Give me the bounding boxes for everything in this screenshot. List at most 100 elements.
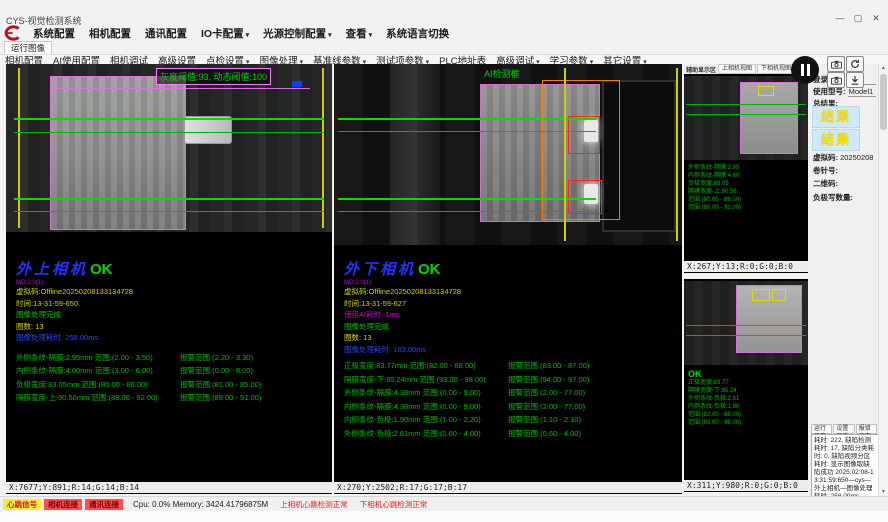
camera-capture-button-2[interactable] <box>827 72 845 88</box>
scroll-up-icon[interactable]: ▲ <box>879 65 888 71</box>
aux-top-text: 外侧条纹-隔膜:2.95 内侧条纹-隔膜:4.60 负极宽度:83.05 隔膜宽… <box>688 164 806 212</box>
scrollbar-thumb[interactable] <box>880 74 887 130</box>
yellow-guide-line <box>676 68 678 241</box>
cursor-coordinate-readout: X:311;Y:980;R:0;G:0;B:0 <box>684 480 808 491</box>
menubar: 系统配置 相机配置 通讯配置 IO卡配置▾ 光源控制配置▾ 查看▾ 系统语言切换 <box>0 26 888 40</box>
log-text-area[interactable]: 耗时: 222, 缺陷检测耗时: 17, 缺陷分类耗时: 0, 缺陷视频分区耗时… <box>811 434 879 498</box>
cpu-memory-readout: Cpu: 0.0% Memory: 3424.41796875M <box>133 500 268 509</box>
measurement-row: 正极宽度:83.77mm 范围:(82.00 - 88.00)报警范围:(83.… <box>344 359 660 373</box>
camera-status: OK <box>90 261 113 278</box>
menu-comm-config[interactable]: 通讯配置 <box>138 26 194 41</box>
electrode-object <box>50 76 186 230</box>
green-measure-line <box>14 132 324 133</box>
camera-icon <box>831 60 842 69</box>
process-done-line: 图像处理完成 <box>16 309 332 321</box>
yellow-guide-line <box>18 68 20 228</box>
time-line: 时间:13-31-59-627 <box>344 298 660 310</box>
lower-camera-image[interactable]: AI检测框 <box>334 64 682 245</box>
green-measure-line <box>338 198 596 200</box>
yellow-guide-line <box>564 68 566 241</box>
sidebar-scrollbar[interactable]: ▲ ▼ <box>878 64 888 496</box>
aux-top-image[interactable] <box>684 76 808 160</box>
upper-camera-result-text: 外上相机OK MG:2.0(1) 虚拟码:Offline202502081331… <box>16 258 332 405</box>
menu-camera-config[interactable]: 相机配置 <box>82 26 138 41</box>
virtual-code-label: 虚拟码: <box>813 153 838 162</box>
menu-items: 系统配置 相机配置 通讯配置 IO卡配置▾ 光源控制配置▾ 查看▾ 系统语言切换 <box>26 26 456 40</box>
model-field[interactable]: Model1 <box>848 87 876 97</box>
yellow-marker-box <box>752 289 770 301</box>
aux-status-ok: OK <box>688 369 806 379</box>
menu-light-config[interactable]: 光源控制配置▾ <box>256 26 339 41</box>
aux-bottom-text: OK 正极宽度:83.77 隔膜宽度-下:95.24 外侧条纹-负极:2.61 … <box>688 369 806 427</box>
chevron-down-icon: ▾ <box>369 32 373 39</box>
upper-camera-panel: 灰度阈值:93, 动态阈值:100 外上相机OK MG:2.0(1) 虚拟码:O… <box>6 64 332 494</box>
green-measure-line <box>686 335 806 336</box>
time-line: 时间:13-31-59-650 <box>16 298 332 310</box>
bottom-margin <box>0 511 888 522</box>
ai-detect-box-label: AI检测框 <box>484 67 520 80</box>
scroll-down-icon[interactable]: ▼ <box>879 489 888 495</box>
highlight-chip <box>292 81 302 87</box>
comm-connection-badge: 通讯连接 <box>85 499 123 510</box>
menu-language-switch[interactable]: 系统语言切换 <box>379 26 456 41</box>
refresh-icon <box>850 59 860 69</box>
virtual-code-line: 虚拟码:Offline20250208133134728 <box>16 286 332 298</box>
loop-count-line: 圈数: 13 <box>344 332 660 344</box>
measurement-row: 隔膜宽度-下:95.24mm 范围:(93.00 - 98.00)报警范围:(9… <box>344 373 660 387</box>
menu-system-config[interactable]: 系统配置 <box>26 26 82 41</box>
loop-count-line: 圈数: 13 <box>16 321 332 333</box>
window-titlebar: CYS-视觉检测系统 — ▢ ✕ <box>0 0 888 26</box>
machine-column <box>390 64 440 245</box>
qrcode-row: 二维码: <box>813 178 838 189</box>
save-image-button[interactable] <box>846 72 864 88</box>
aux-panel-bottom: OK 正极宽度:83.77 隔膜宽度-下:95.24 外侧条纹-负极:2.61 … <box>684 279 808 492</box>
yellow-marker-box <box>772 289 786 301</box>
log-tab-run[interactable]: 运行日志 <box>811 424 832 434</box>
measurement-row: 负极宽度:83.05mm 范围:(80.00 - 86.00)报警范围:(81.… <box>16 378 332 392</box>
log-tab-settings[interactable]: 设置日志 <box>833 424 854 434</box>
green-measure-line <box>338 211 596 212</box>
measurement-rows: 正极宽度:83.77mm 范围:(82.00 - 88.00)报警范围:(83.… <box>344 359 660 440</box>
upper-camera-image[interactable]: 灰度阈值:93, 动态阈值:100 <box>6 64 332 232</box>
download-icon <box>850 75 860 85</box>
winding-pin-label: 卷针号: <box>813 166 838 175</box>
camera-title: 外上相机 <box>16 261 88 278</box>
minimize-button[interactable]: — <box>832 12 848 24</box>
aux-tab-lower-view[interactable]: 下相机视图 <box>757 64 795 74</box>
green-measure-line <box>14 211 324 212</box>
measurement-row: 外侧条纹-隔膜:2.95mm 范围:(2.00 - 3.50)报警范围:(2.2… <box>16 351 332 365</box>
aux-header-label: 辅助显示区 <box>684 65 718 74</box>
lower-camera-heartbeat-note: 下相机心跳检测正常 <box>360 499 428 510</box>
ai-elapsed-line: 使用AI耗时: 1ms <box>344 309 660 321</box>
menu-view[interactable]: 查看▾ <box>339 26 380 41</box>
close-button[interactable]: ✕ <box>868 12 884 24</box>
defect-red-box <box>568 116 600 154</box>
app-window: CYS-视觉检测系统 — ▢ ✕ 系统配置 相机配置 通讯配置 IO卡配置▾ 光… <box>0 0 888 522</box>
menu-io-config[interactable]: IO卡配置▾ <box>194 26 256 41</box>
cursor-coordinate-readout: X:267;Y:13;R:0;G:0;B:0 <box>684 261 808 272</box>
model-label: 使用型号: <box>813 87 846 96</box>
result-badge-lower: 结果 <box>812 129 860 151</box>
lower-camera-result-text: 外下相机OK MG:2.0(1) 虚拟码:Offline202502081331… <box>344 258 660 440</box>
winding-pin-row: 卷针号: <box>813 165 838 176</box>
measurement-row: 内侧条纹-负极:1.90mm 范围:(1.00 - 2.20)报警范围:(1.1… <box>344 413 660 427</box>
log-tab-error[interactable]: 报错日志 <box>856 424 877 434</box>
aux-bottom-image[interactable] <box>684 281 808 365</box>
camera-status: OK <box>418 261 441 278</box>
yellow-marker-box <box>758 86 774 96</box>
green-measure-line <box>14 198 324 200</box>
green-measure-line <box>338 131 596 132</box>
measurement-row: 外侧条纹-负极:2.61mm 范围:(0.60 - 4.00)报警范围:(0.6… <box>344 427 660 441</box>
camera-capture-button-1[interactable] <box>827 56 845 72</box>
yellow-guide-line <box>322 68 324 228</box>
app-logo-icon <box>3 25 21 41</box>
pause-icon <box>807 64 810 76</box>
aux-view-column: 辅助显示区 上相机视图 下相机视图 外侧条纹-隔膜:2.95 内侧条纹-隔膜:4… <box>684 64 808 494</box>
aux-tab-upper-view[interactable]: 上相机视图 <box>718 64 756 74</box>
maximize-button[interactable]: ▢ <box>850 12 866 24</box>
lower-camera-panel: AI检测框 外下相机OK MG:2.0(1) 虚拟码:Offline202502… <box>334 64 682 494</box>
refresh-button[interactable] <box>846 56 864 72</box>
statusbar: 心跳信号 相机连接 通讯连接 Cpu: 0.0% Memory: 3424.41… <box>0 496 888 512</box>
result-badge-upper: 结果 <box>812 106 860 128</box>
pause-button[interactable] <box>791 56 819 84</box>
